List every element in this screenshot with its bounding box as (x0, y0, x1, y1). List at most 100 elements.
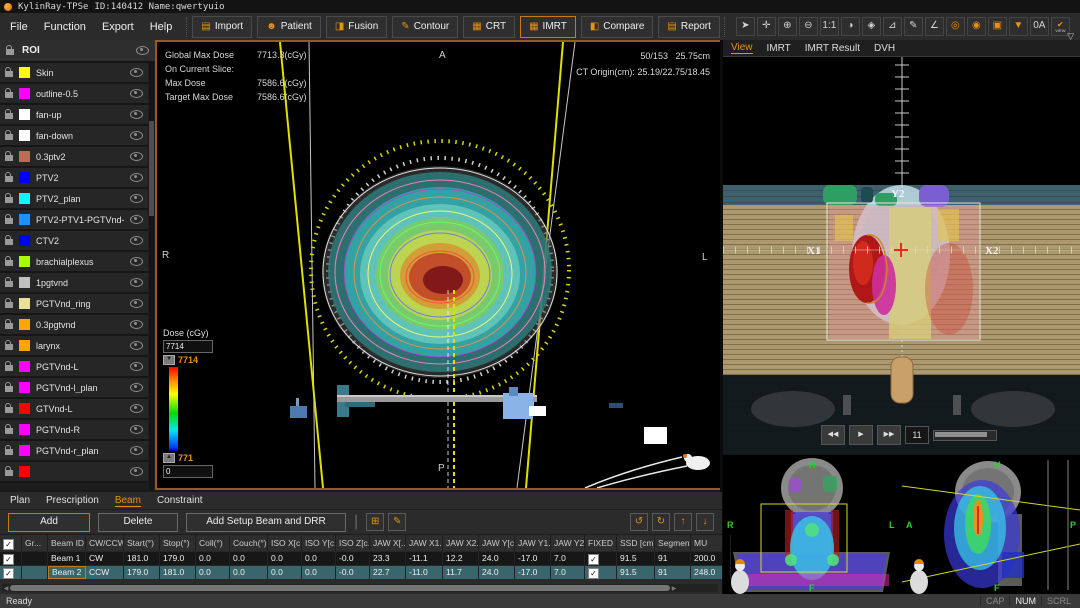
circle-target-tool[interactable]: ◎ (946, 17, 965, 36)
checkbox[interactable]: ✓ (3, 568, 14, 579)
roi-item[interactable] (0, 462, 148, 483)
actual-size-tool[interactable]: 1:1 (820, 17, 839, 36)
visibility-eye-icon[interactable] (130, 446, 143, 455)
roi-item[interactable]: larynx (0, 336, 148, 357)
tab-imrt-result[interactable]: IMRT Result (805, 43, 860, 54)
fast-forward-button[interactable]: ▶▶ (877, 425, 901, 445)
lock-icon[interactable] (5, 428, 13, 434)
bev-view[interactable]: X1 X2 Y2 ◀◀ ▶ ▶▶ 11 (723, 57, 1080, 455)
visibility-eye-icon[interactable] (130, 278, 143, 287)
dose-max-input[interactable]: 7714 (163, 340, 213, 353)
toolbar-button-imrt[interactable]: ▦IMRT (520, 16, 576, 38)
move-down-button[interactable]: ↓ (696, 513, 714, 531)
visibility-eye-icon[interactable] (130, 320, 143, 329)
add-beam-button[interactable]: Add (8, 513, 90, 532)
lock-icon[interactable] (5, 386, 13, 392)
save-export-tool[interactable]: ▼ (1009, 17, 1028, 36)
visibility-eye-icon[interactable] (130, 236, 143, 245)
measure-tool[interactable]: ✎ (904, 17, 923, 36)
checkbox[interactable]: ✓ (588, 554, 599, 565)
menu-function[interactable]: Function (44, 21, 86, 33)
contrast-tool[interactable]: ◑ (841, 17, 860, 36)
roi-item[interactable]: PTV2-PTV1-PGTVnd-PGTVn: (0, 210, 148, 231)
visibility-eye-icon[interactable] (136, 46, 149, 55)
roi-item[interactable]: CTV2 (0, 231, 148, 252)
lock-icon[interactable] (5, 344, 13, 350)
tab-beam[interactable]: Beam (115, 495, 141, 507)
visibility-eye-icon[interactable] (130, 467, 143, 476)
toolbar-button-compare[interactable]: ◧Compare (581, 16, 654, 38)
roi-item[interactable]: PGTVnd-r_plan (0, 441, 148, 462)
roi-item[interactable]: fan-down (0, 126, 148, 147)
pointer-tool[interactable]: ➤ (736, 17, 755, 36)
menu-export[interactable]: Export (102, 21, 134, 33)
checkbox[interactable]: ✓ (3, 554, 14, 565)
visibility-eye-icon[interactable] (130, 257, 143, 266)
move-up-button[interactable]: ↑ (674, 513, 692, 531)
lock-icon[interactable] (5, 281, 13, 287)
upper-handle-icon[interactable]: ▼ (163, 355, 175, 365)
lock-tool[interactable]: ▣ (988, 17, 1007, 36)
roi-item[interactable]: 1pgtvnd (0, 273, 148, 294)
zoom-in-tool[interactable]: ⊕ (778, 17, 797, 36)
roi-scrollbar-thumb[interactable] (149, 121, 154, 216)
beam-table-hscrollbar[interactable]: ◀ ▶ (2, 584, 718, 592)
tab-imrt[interactable]: IMRT (767, 43, 791, 54)
visibility-eye-icon[interactable] (130, 215, 143, 224)
sphere-tool[interactable]: ◉ (967, 17, 986, 36)
roi-item[interactable]: outline-0.5 (0, 84, 148, 105)
lock-icon[interactable] (6, 49, 14, 55)
checkbox[interactable]: ✓ (588, 568, 599, 579)
roi-scrollbar[interactable] (149, 63, 154, 490)
cube-3d-tool[interactable]: ◈ (862, 17, 881, 36)
edit-button[interactable]: ✎ (388, 513, 406, 531)
tab-view[interactable]: View (731, 42, 753, 54)
rewind-button[interactable]: ◀◀ (821, 425, 845, 445)
visibility-eye-icon[interactable] (130, 425, 143, 434)
lock-icon[interactable] (5, 218, 13, 224)
beam-row[interactable]: ✓Beam 1CW181.0179.00.00.00.00.0-0.023.3-… (0, 551, 722, 565)
lock-icon[interactable] (5, 407, 13, 413)
tab-prescription[interactable]: Prescription (46, 495, 99, 506)
dose-profile-tool[interactable]: ⊿ (883, 17, 902, 36)
roi-item[interactable]: PTV2 (0, 168, 148, 189)
coronal-view[interactable]: H R L F (723, 456, 900, 594)
roi-item[interactable]: PGTVnd-R (0, 420, 148, 441)
toolbar-button-patient[interactable]: ☻Patient (257, 16, 321, 38)
roi-item[interactable]: PTV2_plan (0, 189, 148, 210)
visibility-eye-icon[interactable] (130, 404, 143, 413)
frame-slider[interactable] (933, 430, 997, 441)
toolbar-button-report[interactable]: ▤Report (658, 16, 719, 38)
lock-icon[interactable] (5, 155, 13, 161)
roi-item[interactable]: fan-up (0, 105, 148, 126)
roi-item[interactable]: brachialplexus (0, 252, 148, 273)
lock-icon[interactable] (5, 176, 13, 182)
sagittal-view[interactable]: H A P F (902, 456, 1080, 594)
roi-item[interactable]: GTVnd-L (0, 399, 148, 420)
play-button[interactable]: ▶ (849, 425, 873, 445)
visibility-eye-icon[interactable] (130, 362, 143, 371)
lock-icon[interactable] (5, 239, 13, 245)
tab-dvh[interactable]: DVH (874, 43, 895, 54)
frame-value[interactable]: 11 (905, 426, 929, 444)
roi-item[interactable]: Skin (0, 63, 148, 84)
new-window-button[interactable]: ⊞ (366, 513, 384, 531)
visibility-eye-icon[interactable] (130, 68, 143, 77)
visibility-eye-icon[interactable] (130, 152, 143, 161)
visibility-eye-icon[interactable] (130, 341, 143, 350)
toolbar-button-fusion[interactable]: ◨Fusion (326, 16, 387, 38)
zoom-out-tool[interactable]: ⊖ (799, 17, 818, 36)
lock-icon[interactable] (5, 302, 13, 308)
dose-min-input[interactable]: 0 (163, 465, 213, 478)
scroll-right-arrow[interactable]: ▶ (670, 585, 678, 592)
visibility-eye-icon[interactable] (130, 110, 143, 119)
lock-icon[interactable] (5, 260, 13, 266)
rotate-ccw-button[interactable]: ↺ (630, 513, 648, 531)
font-size-tool[interactable]: 0A (1030, 17, 1049, 36)
scroll-left-arrow[interactable]: ◀ (2, 585, 10, 592)
lock-icon[interactable] (5, 134, 13, 140)
visibility-eye-icon[interactable] (130, 194, 143, 203)
roi-item[interactable]: PGTVnd-l_plan (0, 378, 148, 399)
angle-tool[interactable]: ∠ (925, 17, 944, 36)
visibility-eye-icon[interactable] (130, 131, 143, 140)
